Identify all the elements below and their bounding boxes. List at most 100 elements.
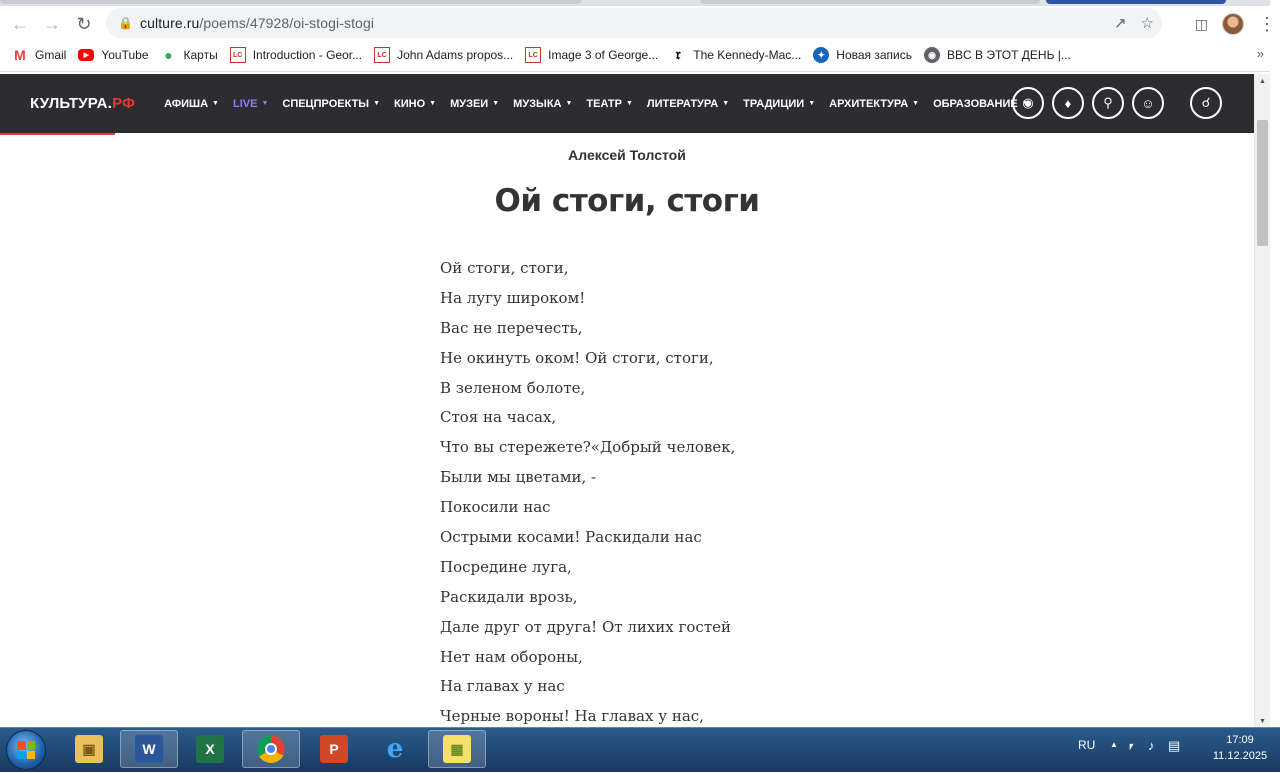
menu-item-live[interactable]: LIVE ▼	[233, 98, 268, 110]
nav-row: ← → ↻ 🔒 culture.ru/poems/47928/oi-stogi-…	[0, 8, 1280, 40]
back-button[interactable]: ←	[4, 8, 36, 40]
taskbar-powerpoint[interactable]: P	[305, 730, 363, 768]
forward-button[interactable]: →	[36, 8, 68, 40]
share-icon[interactable]: ↗	[1114, 14, 1127, 32]
eye-icon[interactable]: ◉	[1012, 87, 1044, 119]
menu-item-specprojects[interactable]: СПЕЦПРОЕКТЫ ▼	[282, 98, 380, 110]
bookmark-label: BBC В ЭТОТ ДЕНЬ |...	[947, 48, 1071, 62]
start-button[interactable]	[6, 730, 46, 770]
ie-icon: e	[386, 734, 404, 764]
taskbar-ie[interactable]: e	[366, 730, 424, 768]
menu-item-teatr[interactable]: ТЕАТР ▼	[586, 98, 632, 110]
poem-line: Вас не перечесть,	[440, 318, 583, 337]
volume-icon[interactable]: ♪	[1148, 738, 1155, 753]
bookmark-gmail[interactable]: M Gmail	[12, 47, 66, 63]
caret-down-icon: ▼	[912, 100, 920, 107]
tab-strip	[0, 0, 1280, 6]
bookmark-new-entry[interactable]: ✦ Новая запись	[813, 47, 912, 63]
taskbar-excel[interactable]: X	[181, 730, 239, 768]
menu-item-tradicii[interactable]: ТРАДИЦИИ ▼	[743, 98, 815, 110]
bookmark-label: Карты	[183, 48, 218, 62]
tray-expand-icon[interactable]: ▲	[1110, 740, 1118, 749]
bookmark-label: Gmail	[35, 48, 67, 62]
taskbar-word[interactable]: W	[120, 730, 178, 768]
poem-line: Посредине луга,	[440, 557, 572, 576]
menu-item-muzyka[interactable]: МУЗЫКА ▼	[513, 98, 572, 110]
caret-down-icon: ▼	[808, 100, 816, 107]
profile-avatar[interactable]	[1222, 13, 1244, 35]
page-scrollbar[interactable]: ▲ ▼	[1254, 74, 1270, 727]
tab-other[interactable]	[1046, 0, 1226, 4]
search-icon[interactable]: ☌	[1190, 87, 1222, 119]
word-icon: W	[135, 735, 163, 763]
browser-chrome: ← → ↻ 🔒 culture.ru/poems/47928/oi-stogi-…	[0, 0, 1280, 72]
tab-previous[interactable]	[0, 0, 582, 4]
poem-line: Раскидали врозь,	[440, 587, 578, 606]
logo-rf: РФ	[112, 95, 136, 112]
main-menu: АФИША ▼ LIVE ▼ СПЕЦПРОЕКТЫ ▼ КИНО ▼ МУЗЕИ ▼ М…	[164, 98, 1043, 110]
clock-time: 17:09	[1226, 734, 1254, 746]
chrome-icon	[257, 735, 285, 763]
taskbar-explorer[interactable]: ▣	[60, 730, 118, 768]
menu-item-muzei[interactable]: МУЗЕИ ▼	[450, 98, 499, 110]
poem-line: Стоя на часах,	[440, 408, 557, 427]
bookmark-star-icon[interactable]: ☆	[1141, 14, 1154, 32]
address-bar[interactable]: 🔒 culture.ru/poems/47928/oi-stogi-stogi …	[106, 8, 1162, 38]
poem-line: На лугу широком!	[440, 288, 586, 307]
bookmarks-bar: M Gmail ▶ YouTube ● Карты LC Introduction - …	[0, 44, 1280, 66]
taskbar-chrome[interactable]	[242, 730, 300, 768]
windows-logo-icon	[17, 741, 35, 759]
poem-line: Покосили нас	[440, 498, 551, 517]
menu-label: АФИША	[164, 97, 209, 110]
bookmark-maps[interactable]: ● Карты	[161, 47, 218, 63]
system-tray: RU ▲ ⎖ ♪ ▤ 17:09 11.12.2025	[1040, 728, 1280, 773]
network-icon[interactable]: ▤	[1168, 738, 1180, 754]
tab-next[interactable]	[700, 0, 1040, 4]
scroll-down-icon[interactable]: ▼	[1259, 718, 1266, 725]
side-panel-icon[interactable]: ◫	[1195, 16, 1208, 33]
loc-icon: LC	[229, 47, 246, 63]
poem-author[interactable]: Алексей Толстой	[0, 147, 1254, 163]
caret-down-icon: ▼	[565, 100, 573, 107]
menu-label: ОБРАЗОВАНИЕ	[933, 97, 1018, 110]
bookmark-bbc[interactable]: ◉ BBC В ЭТОТ ДЕНЬ |...	[924, 47, 1071, 63]
scroll-up-icon[interactable]: ▲	[1259, 78, 1266, 85]
excel-icon: X	[196, 735, 224, 763]
caret-down-icon: ▼	[261, 100, 269, 107]
clock[interactable]: 17:09 11.12.2025	[1208, 732, 1272, 764]
menu-item-literatura[interactable]: ЛИТЕРАТУРА ▼	[647, 98, 729, 110]
menu-item-arhitektura[interactable]: АРХИТЕКТУРА ▼	[829, 98, 919, 110]
bookmark-youtube[interactable]: ▶ YouTube	[78, 48, 149, 62]
url-text[interactable]: culture.ru/poems/47928/oi-stogi-stogi	[140, 15, 374, 31]
gmail-icon: M	[14, 47, 26, 63]
bookmark-john-adams[interactable]: LC John Adams propos...	[374, 47, 513, 63]
site-logo[interactable]: КУЛЬТУРА.РФ	[30, 95, 135, 112]
taskbar-notes[interactable]: ▦	[428, 730, 486, 768]
url-host: culture.ru	[140, 15, 200, 31]
poem-line: Что вы стережете?«Добрый человек,	[440, 438, 736, 457]
bookmark-kennedy[interactable]: 𝔯 The Kennedy-Mac...	[670, 47, 802, 63]
user-icon[interactable]: ☺	[1132, 87, 1164, 119]
poem-line: В зеленом болоте,	[440, 378, 586, 397]
menu-item-afisha[interactable]: АФИША ▼	[164, 98, 219, 110]
location-pin-icon[interactable]: ⚲	[1092, 87, 1124, 119]
loc-icon: LC	[525, 47, 542, 63]
menu-item-kino[interactable]: КИНО ▼	[394, 98, 436, 110]
bell-icon[interactable]: ♦	[1052, 87, 1084, 119]
menu-label: МУЗЕИ	[450, 97, 489, 110]
poem-text: Ой стоги, стоги, На лугу широком! Вас не п…	[440, 256, 735, 727]
caret-down-icon: ▼	[722, 100, 730, 107]
toolbar-right: ◫ ⋮	[1195, 8, 1276, 40]
caret-down-icon: ▼	[212, 100, 219, 107]
scrollbar-thumb[interactable]	[1257, 120, 1268, 246]
poem-line: Ой стоги, стоги,	[440, 259, 569, 277]
bookmark-image-george[interactable]: LC Image 3 of George...	[525, 47, 658, 63]
bookmark-intro-george[interactable]: LC Introduction - Geor...	[229, 47, 362, 63]
site-header: КУЛЬТУРА.РФ АФИША ▼ LIVE ▼ СПЕЦПРОЕКТЫ ▼ КИ…	[0, 74, 1254, 135]
language-indicator[interactable]: RU	[1078, 738, 1095, 752]
reload-button[interactable]: ↻	[68, 8, 100, 40]
safely-remove-icon[interactable]: ⎖	[1126, 738, 1136, 754]
bookmarks-more-button[interactable]: »	[1257, 46, 1264, 61]
lock-icon[interactable]: 🔒	[118, 16, 136, 30]
bookmark-label: YouTube	[101, 48, 149, 62]
